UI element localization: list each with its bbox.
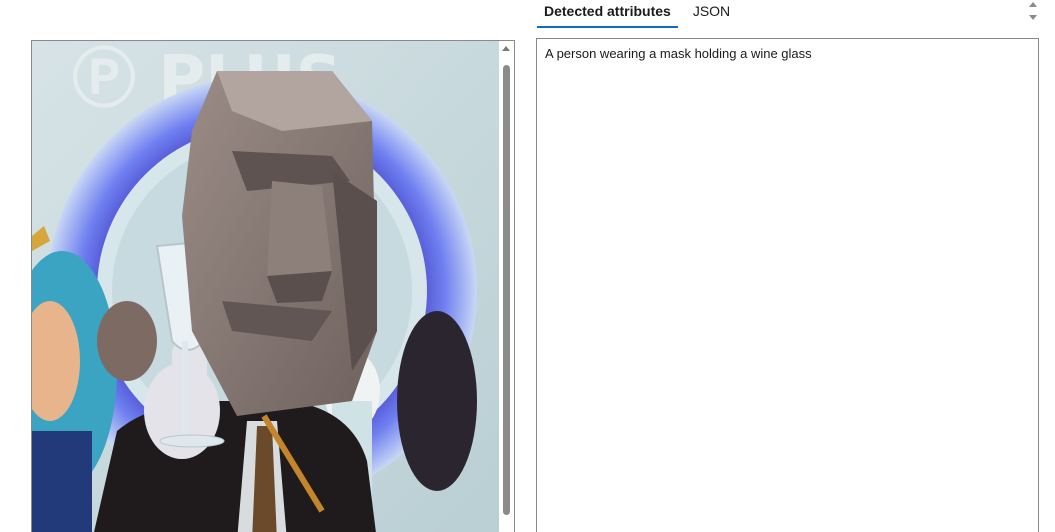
chevron-up-icon[interactable]	[1029, 2, 1037, 7]
image-viewer: Ⓟ PLUS	[31, 40, 515, 532]
analysis-view: Ⓟ PLUS Detected attributes JSON A person…	[0, 0, 1055, 532]
results-panel: A person wearing a mask holding a wine g…	[536, 38, 1039, 532]
analyzed-photo: Ⓟ PLUS	[32, 41, 501, 532]
tab-detected-attributes[interactable]: Detected attributes	[537, 0, 678, 28]
panel-stepper[interactable]	[1026, 0, 1040, 24]
result-tabs: Detected attributes JSON	[537, 0, 737, 30]
scroll-thumb[interactable]	[503, 65, 510, 515]
tab-json[interactable]: JSON	[686, 0, 737, 24]
caption-text: A person wearing a mask holding a wine g…	[545, 46, 812, 61]
chevron-down-icon[interactable]	[1029, 15, 1037, 20]
scroll-up-arrow-icon[interactable]	[502, 46, 510, 51]
image-scrollbar[interactable]	[499, 41, 514, 532]
